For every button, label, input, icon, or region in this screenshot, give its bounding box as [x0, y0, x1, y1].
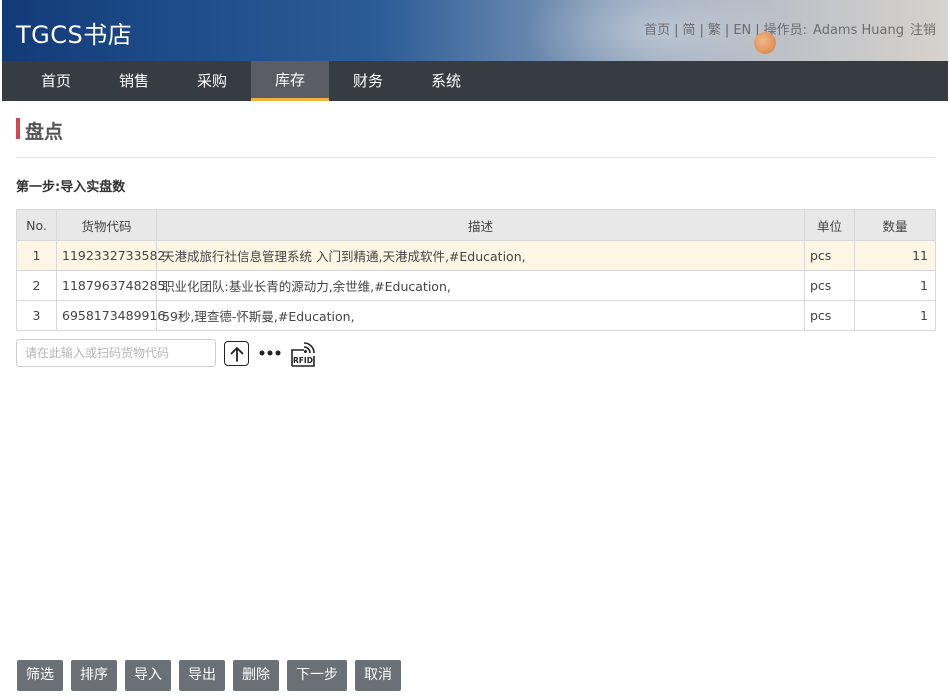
nav-item-finance[interactable]: 财务 — [329, 61, 407, 101]
barcode-input[interactable] — [16, 339, 216, 367]
link-separator: | — [674, 23, 679, 38]
rfid-icon: RFID — [291, 342, 315, 367]
delete-button[interactable]: 删除 — [233, 660, 279, 691]
goods-quantity[interactable]: 1 — [854, 270, 936, 301]
column-header-description[interactable]: 描述 — [156, 209, 805, 241]
logout-link[interactable]: 注销 — [910, 19, 936, 38]
goods-unit: pcs — [804, 270, 855, 301]
goods-description: 59秒,理查德-怀斯曼,#Education, — [156, 300, 805, 331]
link-separator: | — [699, 23, 704, 38]
nav-item-purchase[interactable]: 采购 — [173, 61, 251, 101]
page-title: 盘点 — [25, 121, 64, 143]
link-separator: | — [724, 23, 730, 38]
export-button[interactable]: 导出 — [179, 660, 225, 691]
next-step-button[interactable]: 下一步 — [287, 660, 347, 691]
goods-description: 天港成旅行社信息管理系统 入门到精通,天港成软件,#Education, — [156, 240, 805, 271]
goods-description: 职业化团队:基业长青的源动力,余世维,#Education, — [156, 270, 805, 301]
table-row[interactable]: 1 1192332733582 天港成旅行社信息管理系统 入门到精通,天港成软件… — [16, 240, 936, 271]
rfid-button[interactable]: RFID — [290, 341, 316, 367]
operator-name: Adams Huang — [813, 23, 904, 38]
table-row[interactable]: 2 1187963748285 职业化团队:基业长青的源动力,余世维,#Educ… — [16, 270, 936, 301]
table-header-row: No. 货物代码 描述 单位 数量 — [16, 209, 936, 241]
nav-item-sales[interactable]: 销售 — [95, 61, 173, 101]
nav-item-system[interactable]: 系统 — [407, 61, 485, 101]
link-separator: | — [755, 23, 760, 38]
nav-item-inventory[interactable]: 库存 — [251, 61, 329, 101]
goods-code: 1187963748285 — [56, 270, 165, 301]
home-link[interactable]: 首页 — [644, 19, 670, 38]
operator-label: 操作员: — [763, 23, 808, 38]
traditional-chinese-link[interactable]: 繁 — [708, 19, 721, 38]
rfid-text: RFID — [293, 356, 313, 365]
stocktake-table: No. 货物代码 描述 单位 数量 1 1192332733582 天港成旅行社… — [16, 209, 936, 331]
divider — [16, 157, 935, 158]
arrow-up-icon — [230, 346, 243, 362]
goods-code: 1192332733582 — [56, 240, 165, 271]
sort-button[interactable]: 排序 — [71, 660, 117, 691]
goods-unit: pcs — [804, 300, 855, 331]
goods-quantity[interactable]: 11 — [854, 240, 936, 271]
main-nav: 首页 销售 采购 库存 财务 系统 — [2, 61, 948, 101]
cancel-button[interactable]: 取消 — [355, 660, 401, 691]
row-number: 3 — [16, 300, 57, 331]
more-icon — [259, 350, 281, 356]
row-number: 1 — [16, 240, 57, 271]
top-links: 首页 | 简 | 繁 | EN | 操作员: Adams Huang 注销 — [644, 19, 936, 38]
import-button[interactable]: 导入 — [125, 660, 171, 691]
upload-button[interactable] — [224, 341, 249, 366]
row-number: 2 — [16, 270, 57, 301]
more-button[interactable] — [258, 343, 282, 363]
english-link[interactable]: EN — [733, 23, 751, 38]
app-logo[interactable]: TGCS书店 — [16, 15, 132, 50]
table-row[interactable]: 3 6958173489916 59秒,理查德-怀斯曼,#Education, … — [16, 300, 936, 331]
goods-quantity[interactable]: 1 — [854, 300, 936, 331]
goods-code: 6958173489916 — [56, 300, 165, 331]
column-header-quantity[interactable]: 数量 — [854, 209, 936, 241]
goods-unit: pcs — [804, 240, 855, 271]
simplified-chinese-link[interactable]: 简 — [683, 19, 696, 38]
step-label: 第一步:导入实盘数 — [16, 180, 126, 195]
column-header-code[interactable]: 货物代码 — [56, 209, 157, 241]
title-accent-bar — [16, 118, 20, 139]
nav-item-home[interactable]: 首页 — [17, 61, 95, 101]
column-header-no[interactable]: No. — [16, 209, 57, 241]
header-banner: TGCS书店 首页 | 简 | 繁 | EN | 操作员: Adams Huang 注销 — [2, 0, 948, 61]
column-header-unit[interactable]: 单位 — [804, 209, 855, 241]
filter-button[interactable]: 筛选 — [17, 660, 63, 691]
